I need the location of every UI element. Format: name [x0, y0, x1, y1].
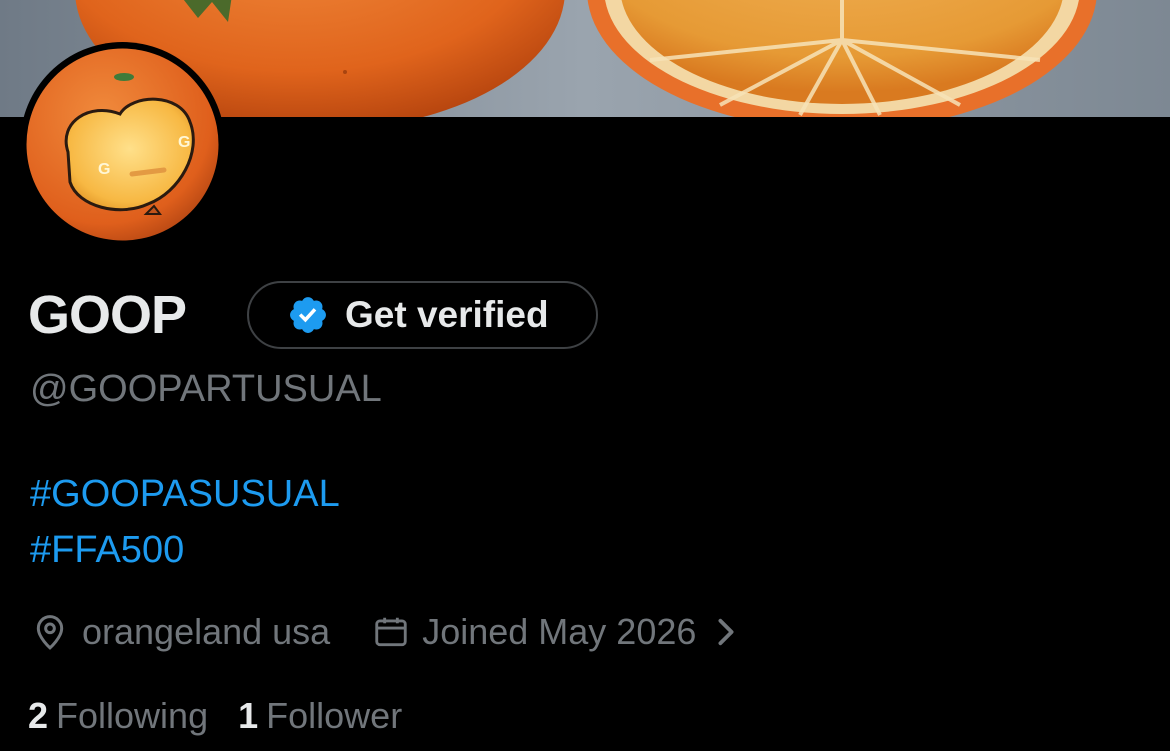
verified-badge-icon: [290, 297, 326, 333]
following-count: 2: [28, 695, 49, 736]
get-verified-label: Get verified: [345, 294, 549, 335]
location-text: orangeland usa: [82, 611, 331, 652]
profile-bio: #GOOPASUSUAL #FFA500: [30, 466, 340, 578]
followers-label: Follower: [266, 695, 403, 736]
following-link[interactable]: 2 Following: [28, 693, 208, 739]
profile-meta: orangeland usa Joined May 2026: [30, 606, 738, 658]
svg-text:G: G: [98, 161, 110, 178]
display-name: GOOP: [28, 285, 187, 345]
profile-handle: @GOOPARTUSUAL: [30, 368, 382, 410]
following-label: Following: [56, 695, 209, 736]
joined-item[interactable]: Joined May 2026: [330, 611, 738, 653]
get-verified-button[interactable]: Get verified: [247, 281, 598, 349]
location-pin-icon: [36, 615, 64, 650]
location-item: orangeland usa: [30, 611, 330, 653]
avatar-image: G G: [26, 48, 219, 241]
hashtag-link[interactable]: #FFA500: [30, 522, 340, 578]
calendar-icon: [375, 617, 407, 647]
joined-text: Joined May 2026: [422, 611, 697, 652]
hashtag-link[interactable]: #GOOPASUSUAL: [30, 466, 340, 522]
follow-counts: 2 Following 1 Follower: [28, 693, 402, 739]
followers-count: 1: [238, 695, 259, 736]
profile-avatar[interactable]: G G: [20, 42, 225, 247]
svg-text:G: G: [178, 134, 190, 151]
chevron-right-icon: [718, 618, 734, 646]
followers-link[interactable]: 1 Follower: [238, 693, 402, 739]
